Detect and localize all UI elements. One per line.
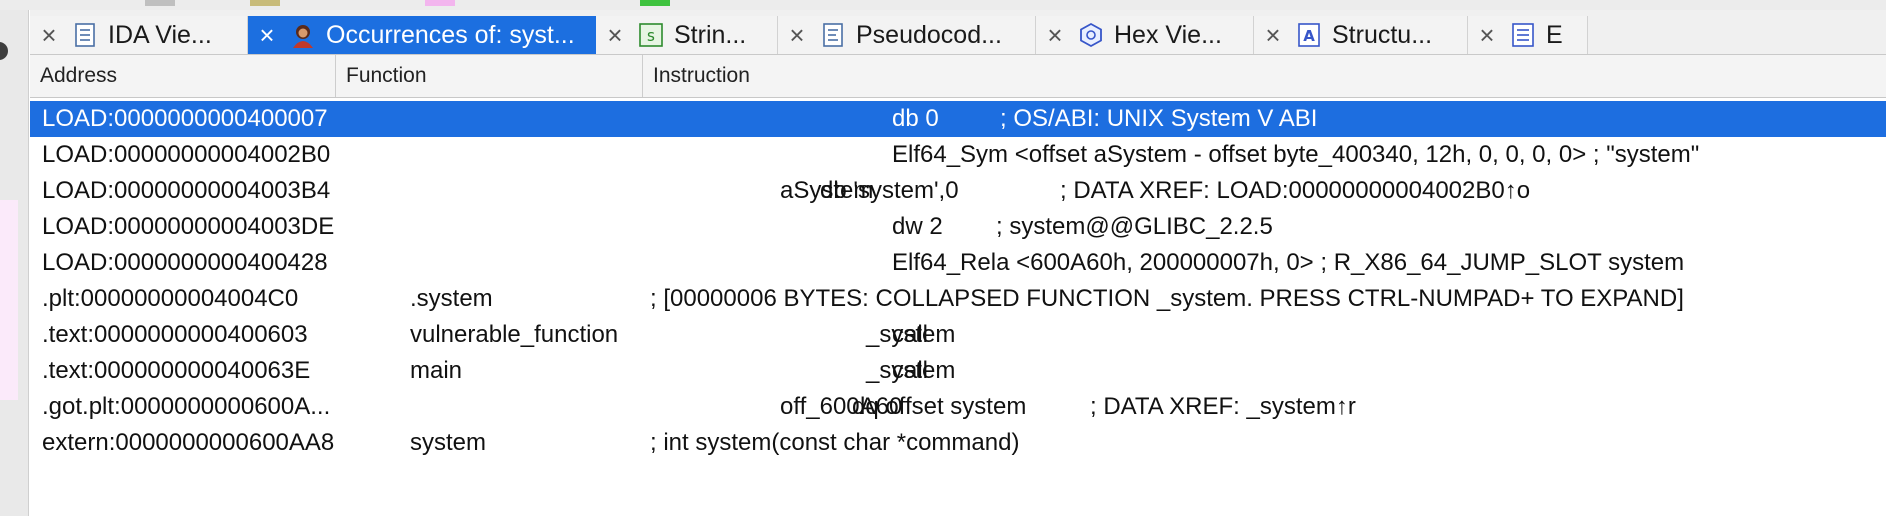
table-row[interactable]: LOAD:00000000004003B4 aSystem db 'system',… [30, 173, 1886, 209]
column-header-address[interactable]: Address [30, 55, 336, 97]
svg-text:s: s [646, 26, 656, 45]
table-row[interactable]: LOAD:0000000000400007 db 0 ; OS/ABI: UNIX … [30, 101, 1886, 137]
cell-address: .got.plt:0000000000600A... [42, 393, 331, 420]
table-row[interactable]: LOAD:00000000004002B0 Elf64_Sym <offset a… [30, 137, 1886, 173]
legend-swatch [250, 0, 280, 6]
cell-address: .plt:00000000004004C0 [42, 285, 299, 312]
cell-comment: ; OS/ABI: UNIX System V ABI [1000, 105, 1318, 132]
tab-strings[interactable]: × s Strin... [596, 16, 778, 54]
tab-label: Strin... [674, 20, 747, 49]
close-icon[interactable]: × [596, 16, 634, 54]
close-icon[interactable]: × [1468, 16, 1506, 54]
cell-instruction: db 0 [892, 105, 939, 132]
hex-view-icon [1078, 22, 1104, 48]
cell-instruction: Elf64_Sym <offset aSystem - offset byte_… [892, 141, 1700, 168]
close-icon[interactable]: × [248, 16, 286, 54]
color-legend-strip [0, 0, 1886, 10]
cell-instruction: Elf64_Rela <600A60h, 200000007h, 0> ; R_… [892, 249, 1685, 276]
cell-comment: ; DATA XREF: _system↑r [1090, 393, 1356, 420]
record-icon [0, 42, 8, 60]
tab-label: IDA Vie... [108, 20, 212, 49]
close-icon[interactable]: × [1254, 16, 1292, 54]
tab-hex-view[interactable]: × Hex Vie... [1036, 16, 1254, 54]
left-gutter [0, 10, 29, 516]
cell-function: .system [410, 285, 493, 312]
table-row[interactable]: .text:0000000000400603 vulnerable_functio… [30, 317, 1886, 353]
tab-label: Occurrences of: syst... [326, 20, 575, 49]
cell-function: system [410, 429, 487, 456]
cell-address: extern:0000000000600AA8 [42, 429, 335, 456]
tab-label: E [1546, 20, 1563, 49]
legend-swatch [425, 0, 455, 6]
legend-swatch [145, 0, 175, 6]
enums-icon [1510, 22, 1536, 48]
cell-comment: ; system@@GLIBC_2.2.5 [996, 213, 1273, 240]
table-row[interactable]: LOAD:0000000000400428 Elf64_Rela <600A60h… [30, 245, 1886, 281]
table-row[interactable]: LOAD:00000000004003DE dw 2 ; system@@GLIBC… [30, 209, 1886, 245]
occurrences-table: Address Function Instruction LOAD:000000… [30, 55, 1886, 516]
close-icon[interactable]: × [1036, 16, 1074, 54]
gutter-highlight [0, 200, 18, 400]
tab-label: Pseudocod... [856, 20, 1002, 49]
column-header-instruction[interactable]: Instruction [643, 55, 1886, 97]
cell-instruction: dq offset system [852, 393, 1027, 420]
cell-address: .text:0000000000400603 [42, 321, 308, 348]
tab-bar: × IDA Vie... × Occurrences of: syst... × s Str… [30, 10, 1886, 55]
tab-structures[interactable]: × A Structu... [1254, 16, 1468, 54]
tab-enums[interactable]: × E [1468, 16, 1588, 54]
legend-swatch [640, 0, 670, 6]
tab-pseudocode[interactable]: × Pseudocod... [778, 16, 1036, 54]
cell-address: LOAD:00000000004003DE [42, 213, 335, 240]
close-icon[interactable]: × [778, 16, 816, 54]
table-row[interactable]: .plt:00000000004004C0 .system ; [00000006 … [30, 281, 1886, 317]
column-header-function[interactable]: Function [336, 55, 643, 97]
strings-icon: s [638, 22, 664, 48]
cell-function: vulnerable_function [410, 321, 619, 348]
table-header: Address Function Instruction [30, 55, 1886, 98]
cell-address: LOAD:0000000000400428 [42, 249, 328, 276]
tab-search-result-avatar[interactable]: × Occurrences of: syst... [248, 16, 596, 54]
tab-listing[interactable]: × IDA Vie... [30, 16, 248, 54]
cell-operands: _system [866, 321, 956, 348]
cell-comment: ; [00000006 BYTES: COLLAPSED FUNCTION _s… [650, 285, 1684, 312]
cell-address: .text:000000000040063E [42, 357, 311, 384]
table-row[interactable]: extern:0000000000600AA8 system ; int syste… [30, 425, 1886, 461]
cell-address: LOAD:0000000000400007 [42, 105, 328, 132]
listing-icon [72, 22, 98, 48]
cell-operands: _system [866, 357, 956, 384]
cell-comment: ; DATA XREF: LOAD:00000000004002B0↑o [1060, 177, 1531, 204]
table-row[interactable]: .text:000000000040063E main call _system [30, 353, 1886, 389]
close-icon[interactable]: × [30, 16, 68, 54]
cell-instruction: db 'system',0 [820, 177, 959, 204]
structures-icon: A [1296, 22, 1322, 48]
cell-address: LOAD:00000000004003B4 [42, 177, 331, 204]
svg-text:A: A [1303, 27, 1315, 45]
tab-label: Structu... [1332, 20, 1433, 49]
table-row[interactable]: .got.plt:0000000000600A... off_600A60 dq o… [30, 389, 1886, 425]
cell-comment: ; int system(const char *command) [650, 429, 1020, 456]
cell-instruction: dw 2 [892, 213, 943, 240]
cell-function: main [410, 357, 463, 384]
search-result-avatar-icon [290, 22, 316, 48]
tab-label: Hex Vie... [1114, 20, 1222, 49]
table-body: LOAD:0000000000400007 db 0 ; OS/ABI: UNIX … [30, 101, 1886, 461]
pseudocode-icon [820, 22, 846, 48]
cell-address: LOAD:00000000004002B0 [42, 141, 331, 168]
